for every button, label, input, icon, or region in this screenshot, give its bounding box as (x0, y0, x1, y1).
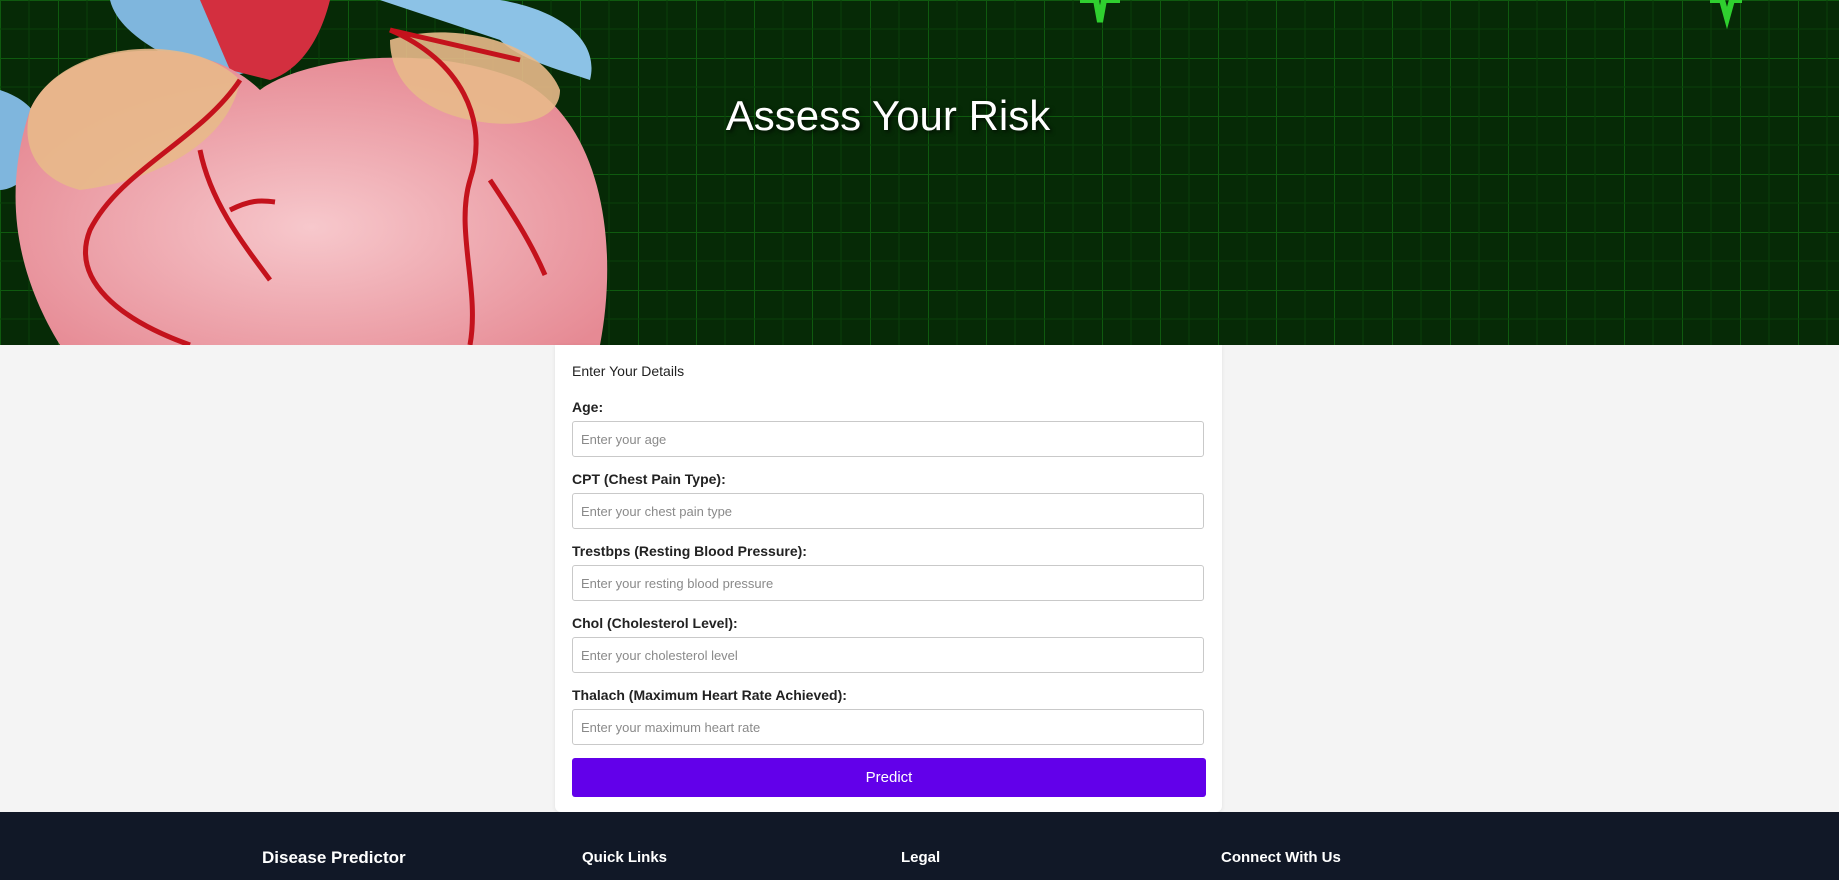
resting-blood-pressure-input[interactable] (572, 565, 1204, 601)
cholesterol-input[interactable] (572, 637, 1204, 673)
footer-connect-heading: Connect With Us (1221, 849, 1341, 866)
footer-legal-heading: Legal (901, 849, 941, 866)
thalach-label: Thalach (Maximum Heart Rate Achieved): (572, 687, 847, 703)
footer: Disease Predictor Quick Links Legal Conn… (0, 812, 1839, 880)
age-label: Age: (572, 399, 604, 415)
cpt-label: CPT (Chest Pain Type): (572, 471, 726, 487)
hero-banner: Assess Your Risk (0, 0, 1839, 345)
footer-quick-links-heading: Quick Links (582, 849, 668, 866)
form-heading: Enter Your Details (572, 363, 685, 379)
page-title: Assess Your Risk (725, 92, 1051, 139)
footer-brand: Disease Predictor (262, 848, 406, 867)
hero-background-image (0, 0, 1839, 345)
max-heart-rate-input[interactable] (572, 709, 1204, 745)
chol-label: Chol (Cholesterol Level): (572, 615, 738, 631)
chest-pain-type-input[interactable] (572, 493, 1204, 529)
details-form: Enter Your Details Age: CPT (Chest Pain … (555, 345, 1222, 812)
trestbps-label: Trestbps (Resting Blood Pressure): (572, 543, 807, 559)
predict-button[interactable]: Predict (572, 758, 1206, 797)
age-input[interactable] (572, 421, 1204, 457)
